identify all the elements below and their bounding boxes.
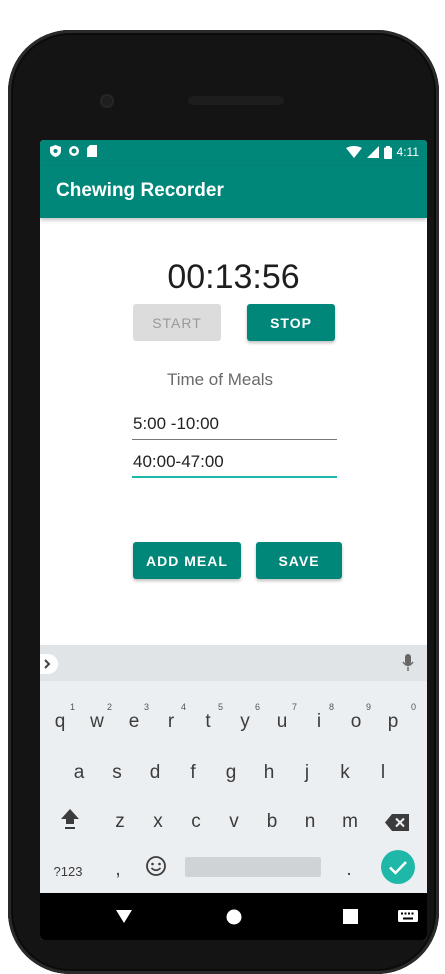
start-button[interactable]: START — [133, 304, 221, 341]
key-i[interactable]: i — [309, 711, 329, 733]
front-camera — [100, 94, 114, 108]
key-hint-2: 2 — [107, 702, 113, 712]
key-c[interactable]: c — [186, 811, 206, 833]
navigation-bar — [40, 893, 427, 940]
phone-frame: 4:11 Chewing Recorder 00:13:56 START STO… — [8, 30, 439, 974]
symbols-key[interactable]: ?123 — [48, 864, 88, 879]
wifi-icon — [345, 146, 362, 158]
shift-icon[interactable] — [60, 808, 80, 830]
meal-time-value-2: 40:00-47:00 — [133, 452, 224, 471]
key-hint-0: 0 — [411, 702, 417, 712]
key-v[interactable]: v — [224, 811, 244, 833]
key-g[interactable]: g — [221, 762, 241, 784]
key-q[interactable]: q — [50, 711, 70, 733]
key-hint-1: 1 — [70, 702, 76, 712]
key-d[interactable]: d — [145, 762, 165, 784]
key-h[interactable]: h — [259, 762, 279, 784]
screen: 4:11 Chewing Recorder 00:13:56 START STO… — [40, 140, 427, 940]
back-icon[interactable] — [116, 910, 132, 923]
keyboard-suggestion-bar — [40, 645, 427, 681]
enter-check-icon[interactable] — [380, 849, 416, 885]
key-p[interactable]: p — [383, 711, 403, 733]
microphone-icon[interactable] — [402, 654, 414, 672]
key-b[interactable]: b — [262, 811, 282, 833]
key-w[interactable]: w — [87, 711, 107, 733]
save-button[interactable]: SAVE — [256, 542, 342, 579]
key-hint-7: 7 — [292, 702, 298, 712]
keyboard-switch-icon[interactable] — [398, 910, 418, 922]
sd-card-icon — [87, 145, 97, 157]
key-hint-4: 4 — [181, 702, 187, 712]
battery-icon — [383, 145, 392, 159]
circle-icon — [69, 146, 79, 156]
app-title: Chewing Recorder — [56, 180, 224, 201]
meal-time-field-2[interactable]: 40:00-47:00 — [132, 446, 337, 478]
key-x[interactable]: x — [148, 811, 168, 833]
shield-icon — [50, 145, 61, 157]
space-bar[interactable] — [185, 857, 321, 877]
key-t[interactable]: t — [198, 711, 218, 733]
key-k[interactable]: k — [335, 762, 355, 784]
field-underline-focused — [132, 476, 337, 478]
key-hint-6: 6 — [255, 702, 261, 712]
key-j[interactable]: j — [297, 762, 317, 784]
key-z[interactable]: z — [110, 811, 130, 833]
key-y[interactable]: y — [235, 711, 255, 733]
home-icon[interactable] — [226, 909, 242, 925]
app-bar: Chewing Recorder — [40, 166, 427, 218]
add-meal-button[interactable]: ADD MEAL — [133, 542, 241, 579]
key-u[interactable]: u — [272, 711, 292, 733]
key-hint-9: 9 — [366, 702, 372, 712]
soft-keyboard: q w e r t y u i o p 1 2 3 4 5 6 7 8 9 0 … — [40, 645, 427, 893]
key-n[interactable]: n — [300, 811, 320, 833]
key-hint-8: 8 — [329, 702, 335, 712]
key-hint-5: 5 — [218, 702, 224, 712]
chevron-right-icon[interactable] — [40, 654, 58, 674]
earpiece-speaker — [188, 96, 284, 105]
key-s[interactable]: s — [107, 762, 127, 784]
field-underline — [132, 439, 337, 440]
timer-display: 00:13:56 — [167, 258, 300, 296]
backspace-icon[interactable] — [385, 814, 409, 831]
key-hint-3: 3 — [144, 702, 150, 712]
key-o[interactable]: o — [346, 711, 366, 733]
emoji-icon[interactable] — [145, 855, 167, 877]
key-e[interactable]: e — [124, 711, 144, 733]
key-comma[interactable]: , — [112, 859, 124, 881]
key-l[interactable]: l — [373, 762, 393, 784]
signal-icon — [366, 146, 379, 158]
key-period[interactable]: . — [343, 859, 355, 881]
meal-time-value-1: 5:00 -10:00 — [133, 414, 220, 433]
status-time: 4:11 — [396, 145, 419, 159]
key-a[interactable]: a — [69, 762, 89, 784]
stop-button[interactable]: STOP — [247, 304, 335, 341]
meals-title: Time of Meals — [166, 370, 274, 389]
key-r[interactable]: r — [161, 711, 181, 733]
recent-apps-icon[interactable] — [343, 909, 358, 924]
status-bar: 4:11 — [40, 140, 427, 166]
meal-time-field-1[interactable]: 5:00 -10:00 — [132, 408, 337, 440]
key-m[interactable]: m — [338, 811, 362, 833]
key-f[interactable]: f — [183, 762, 203, 784]
